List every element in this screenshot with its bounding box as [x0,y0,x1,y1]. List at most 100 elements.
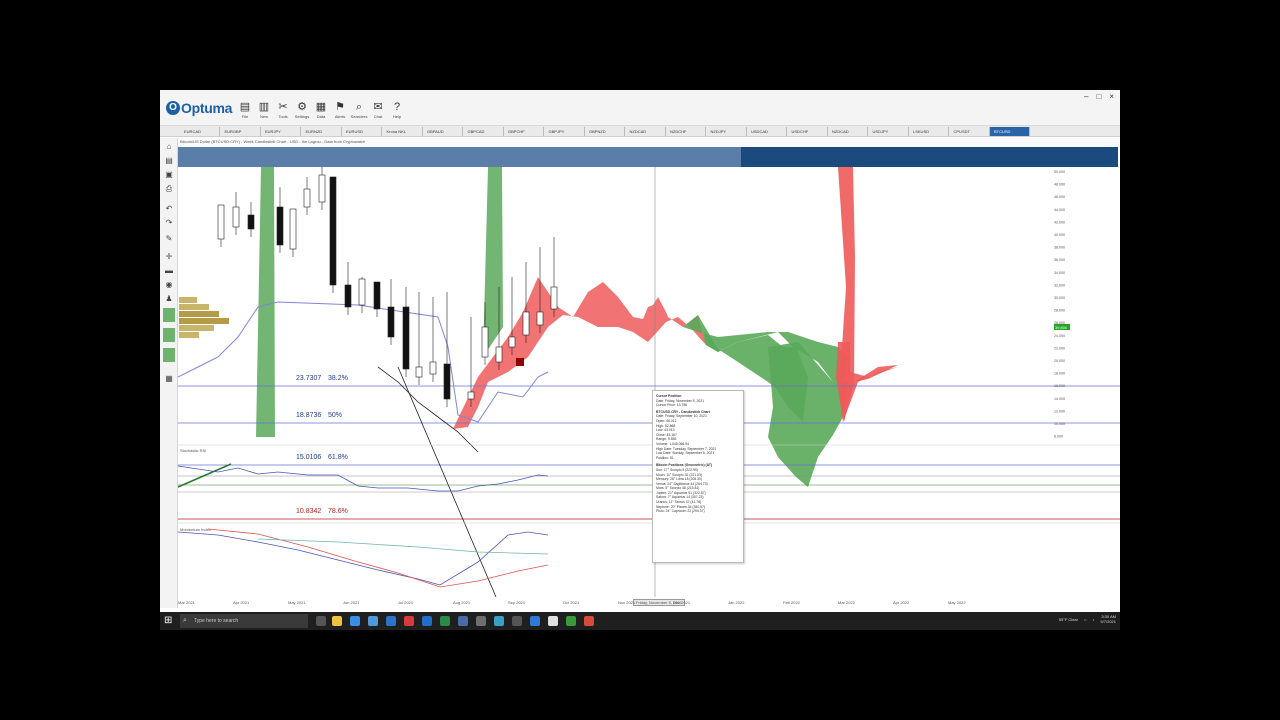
candle-body [217,204,225,240]
app-icon-orange[interactable] [584,616,594,626]
search-icon: ⌕ [183,617,187,624]
tab-gbpnzd[interactable]: GBPNZD [585,127,625,136]
chrome-icon[interactable] [440,616,450,626]
price-tick-label: 40.000 [1054,233,1065,237]
stochastic-panel-title: Stochastic RSI [180,448,206,453]
maximize-button[interactable]: □ [1096,92,1101,101]
current-bar-marker [516,358,524,366]
candle-body [232,206,240,228]
tab-usdjpy[interactable]: USDJPY [869,127,909,136]
app-icon-cyan[interactable] [494,616,504,626]
person-icon[interactable]: ♟ [163,294,175,304]
file-explorer-icon[interactable] [332,616,342,626]
undo-icon[interactable]: ↶ [163,204,175,214]
tab-nzdcad[interactable]: NZDCAD [828,127,868,136]
minimize-button[interactable]: – [1084,92,1088,101]
tab-nzdchf[interactable]: NZDCHF [666,127,706,136]
fib-pct-label: 78.6% [328,508,348,515]
momentum-panel-title: Momentum Index [180,527,211,532]
candle-body [318,174,326,203]
app-icon-red[interactable] [404,616,414,626]
system-tray: 55°F Clear ⌂ ♪ 3:30 AM 9/7/2021 [1059,614,1116,624]
tab-btcusd[interactable]: BTCUSD [990,127,1030,136]
tab-usdcad[interactable]: USDCAD [747,127,787,136]
help-ribbon-button[interactable]: ? Help [388,100,406,120]
color-swatch-green-3[interactable] [163,348,175,362]
tab-eurcad[interactable]: EURCAD [180,127,220,136]
search-ribbon-button[interactable]: ⌕ Searches [350,100,368,120]
tab-usdchf[interactable]: USDCHF [788,127,828,136]
tab-eurjpy[interactable]: EURJPY [261,127,301,136]
browser-icon[interactable] [422,616,432,626]
windows-start-icon[interactable]: ⊞ [164,615,176,627]
candle-body [550,286,558,310]
store-icon[interactable] [368,616,378,626]
print-icon[interactable]: ⎙ [163,184,175,194]
new-file-ribbon-button[interactable]: ▥ New [255,100,273,120]
fib-pct-label: 38.2% [328,375,348,382]
optuma-taskbar-icon[interactable] [530,616,540,626]
redo-icon[interactable]: ↷ [163,218,175,228]
date-tick-label: Oct 2021 [563,600,580,605]
chat-ribbon-button[interactable]: ✉ Chat [369,100,387,120]
date-tick-label: Aug 2021 [453,600,471,605]
grid-icon[interactable]: ▦ [163,374,175,384]
candle-body [289,208,297,250]
tab-gbpaud[interactable]: GBPAUD [423,127,463,136]
app-icon-green[interactable] [566,616,576,626]
search-icon: ⌕ [355,101,363,113]
pencil-icon[interactable]: ✎ [163,234,175,244]
ribbon-label: Help [392,114,402,119]
data-ribbon-button[interactable]: ▦ Data [312,100,330,120]
fib-price-label: 18.8736 [296,412,321,419]
tab-gbpchf[interactable]: GBPCHF [504,127,544,136]
alert-ribbon-button[interactable]: ⚑ Alerts [331,100,349,120]
eye-icon[interactable]: ◉ [163,280,175,290]
app-icon-white[interactable] [548,616,558,626]
date-tick-label: Dec 2021 [673,600,691,605]
time-navigator-bar[interactable] [178,147,1118,167]
tab-krona nkl[interactable]: Krona NKL [383,127,423,136]
taskbar-search-input[interactable]: ⌕ Type here to search [180,614,308,628]
tab-gbpjpy[interactable]: GBPJPY [545,127,585,136]
lock-icon[interactable]: ▬ [163,266,175,276]
save-icon[interactable]: ▣ [163,170,175,180]
current-price-label: 39.800 [1055,325,1068,330]
folder-ribbon-button[interactable]: ▤ File [236,100,254,120]
tab-lskusd[interactable]: LSKUSD [909,127,949,136]
candle-body [358,278,366,306]
close-button[interactable]: × [1109,92,1114,101]
app-icon-dark[interactable] [512,616,522,626]
tab-gbpcad[interactable]: GBPCAD [464,127,504,136]
fib-pct-label: 61.8% [328,454,348,461]
weather-widget[interactable]: 55°F Clear [1059,617,1078,622]
settings-ribbon-button[interactable]: ⚙ Settings [293,100,311,120]
volume-icon[interactable]: ♪ [1092,617,1094,622]
tab-cpusdt[interactable]: CPUSDT [950,127,990,136]
date-tick-label: Sep 2021 [508,600,526,605]
tools-ribbon-button[interactable]: ✂ Tools [274,100,292,120]
price-tick-label: 30.000 [1054,296,1065,300]
clock[interactable]: 3:30 AM 9/7/2021 [1100,614,1116,624]
edge-icon[interactable] [386,616,396,626]
date-tick-label: Apr 2022 [893,600,910,605]
task-view-icon[interactable] [316,616,326,626]
network-icon[interactable]: ⌂ [1084,617,1086,622]
crosshair-icon[interactable]: ✛ [163,252,175,262]
app-icon-blue[interactable] [458,616,468,626]
candle-body [467,391,475,400]
color-swatch-green-2[interactable] [163,328,175,342]
time-navigator-selection[interactable] [178,147,741,167]
app-icon-gray[interactable] [476,616,486,626]
color-swatch-green[interactable] [163,308,175,322]
tab-nzdjpy[interactable]: NZDJPY [707,127,747,136]
tab-eurgbp[interactable]: EURGBP [221,127,261,136]
home-icon[interactable]: ⌂ [163,142,175,152]
tab-eurusd[interactable]: EURUSD [342,127,382,136]
folder-icon[interactable]: ▤ [163,156,175,166]
candle-body [344,284,352,308]
price-chart[interactable]: 23.7307 38.2% 18.8736 50% 15.0106 61.8% 10.834… [178,167,1120,597]
tab-nzdcad[interactable]: NZDCAD [626,127,666,136]
tab-eurnzd[interactable]: EURNZD [302,127,342,136]
mail-icon[interactable] [350,616,360,626]
